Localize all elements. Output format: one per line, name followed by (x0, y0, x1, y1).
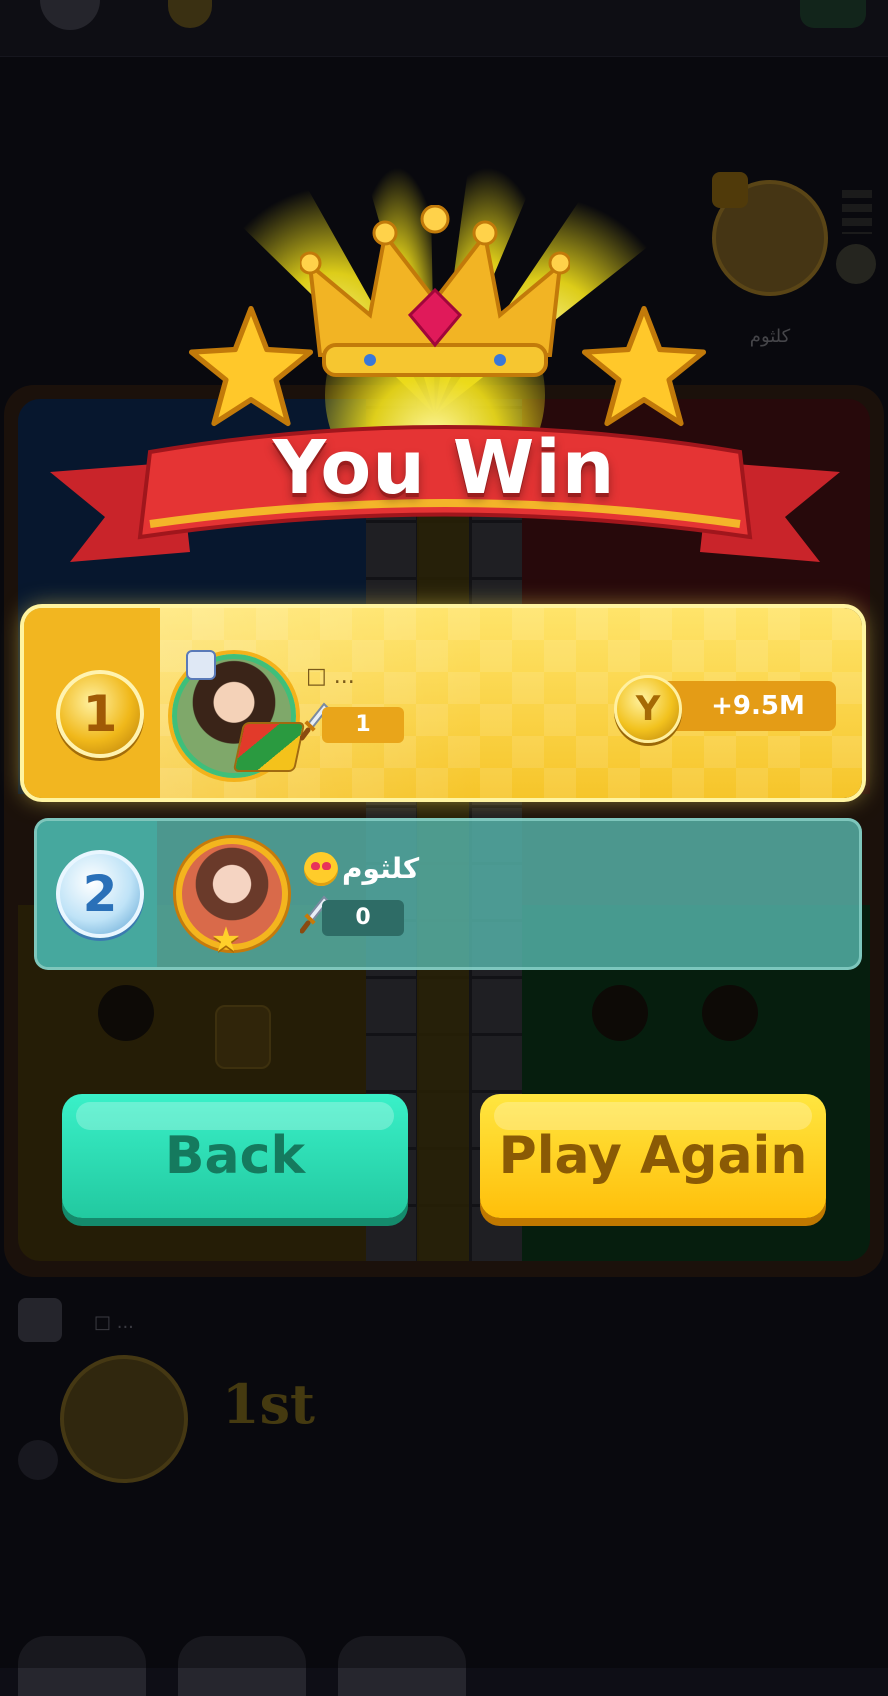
player-name: کلثوم (342, 852, 420, 885)
play-again-button[interactable]: Play Again (480, 1094, 826, 1218)
rank-gold-medal: 1 (56, 670, 144, 758)
player-name: □ ... (306, 664, 355, 689)
dice-icon (186, 650, 216, 680)
kill-count: 0 (322, 900, 404, 936)
play-again-button-label: Play Again (498, 1126, 808, 1186)
kill-count: 1 (322, 707, 404, 743)
ludo-board-icon (232, 722, 306, 772)
crown-icon (300, 205, 570, 377)
back-button[interactable]: Back (62, 1094, 408, 1218)
heart-eyes-emoji-icon (304, 852, 338, 886)
coin-icon: Y (614, 675, 682, 743)
star-icon: ★ (210, 920, 242, 960)
rank-silver-medal: 2 (56, 850, 144, 938)
back-button-label: Back (164, 1126, 306, 1186)
win-title: You Win (272, 425, 616, 511)
result-row-second (34, 818, 862, 970)
